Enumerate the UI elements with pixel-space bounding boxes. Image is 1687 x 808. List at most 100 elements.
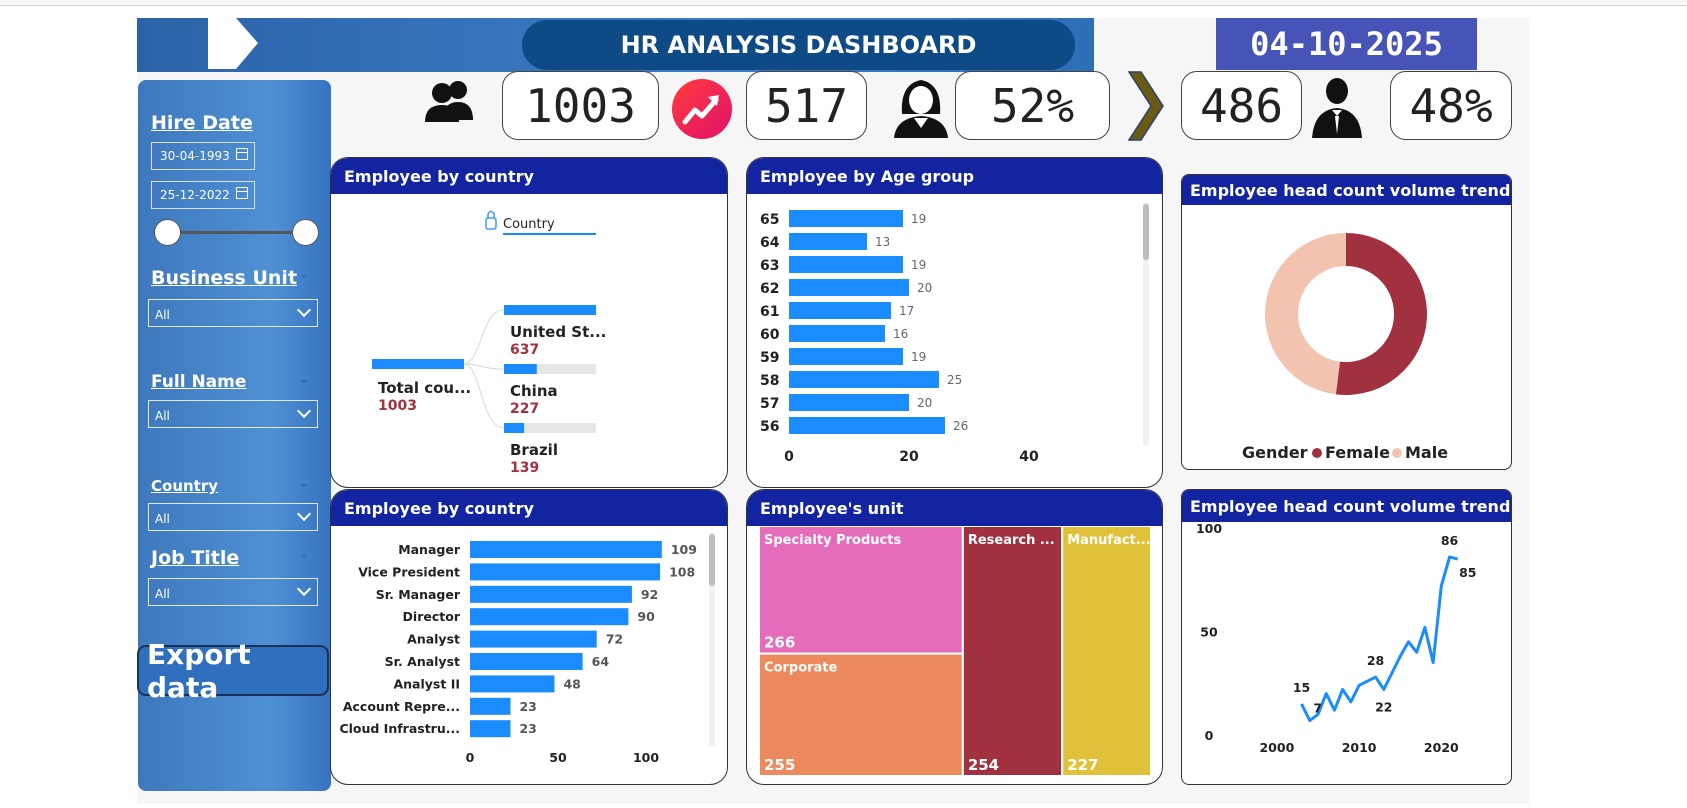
- tree-node-value: 139: [510, 460, 539, 476]
- bar: [789, 210, 903, 227]
- chevron-down-icon[interactable]: ⌄: [298, 475, 310, 491]
- treemap-tile-label: Research ...: [968, 533, 1055, 548]
- unit-treemap-chart: Specialty Products 266 Corporate 255 Researc…: [758, 526, 1152, 777]
- hire-date-slider-end-handle[interactable]: [292, 219, 319, 246]
- bar: [470, 585, 632, 603]
- male-user-icon: [1312, 78, 1362, 138]
- full-name-dropdown[interactable]: All: [148, 400, 318, 428]
- business-unit-dropdown[interactable]: All: [148, 299, 318, 327]
- kpi-male-percent: 48%: [1390, 71, 1512, 140]
- kpi-total-employees: 1003: [502, 71, 659, 140]
- hire-date-from-field[interactable]: 30-04-1993: [151, 142, 255, 170]
- country-value: All: [155, 512, 170, 526]
- bar-category-label: Director: [403, 609, 461, 624]
- bar-data-label: 108: [669, 564, 695, 579]
- calendar-icon[interactable]: [236, 187, 248, 199]
- job-title-card: Employee by country Manager 109 Vice Presi…: [330, 489, 728, 785]
- current-date: 04-10-2025: [1216, 18, 1477, 70]
- scrollbar-thumb: [709, 534, 715, 586]
- kpi-growth: 517: [746, 71, 867, 140]
- hire-date-slider-start-handle[interactable]: [154, 219, 181, 246]
- tree-node-label: Brazil: [510, 441, 558, 459]
- bar-data-label: 19: [911, 212, 926, 226]
- bar-data-label: 20: [917, 396, 932, 410]
- x-tick-label: 0: [466, 750, 475, 765]
- chevron-down-icon[interactable]: ⌄: [298, 371, 310, 387]
- bar-data-label: 64: [592, 654, 610, 669]
- chevron-down-icon[interactable]: [296, 302, 312, 318]
- treemap-tile-value: 255: [764, 756, 795, 774]
- card-title: Employee by Age group: [747, 158, 1162, 194]
- chevron-down-icon[interactable]: [296, 581, 312, 597]
- hire-date-to-field[interactable]: 25-12-2022: [151, 181, 255, 209]
- unit-treemap-card: Employee's unit Specialty Products 266 Cor…: [746, 489, 1163, 785]
- tree-node-label: United St...: [510, 323, 606, 341]
- calendar-icon[interactable]: [236, 148, 248, 160]
- x-tick-label: 0: [784, 449, 794, 465]
- bar-category-label: Vice President: [358, 564, 460, 579]
- job-title-value: All: [155, 587, 170, 601]
- bar-category-label: 59: [760, 350, 779, 366]
- legend-title: Gender: [1242, 443, 1308, 462]
- bar-category-label: Analyst II: [393, 676, 460, 691]
- bar: [470, 675, 555, 693]
- y-tick-label: 50: [1200, 625, 1218, 640]
- card-title: Employee by country: [331, 490, 727, 526]
- bar: [789, 348, 903, 365]
- x-tick-label: 2000: [1259, 740, 1294, 755]
- treemap-tile-value: 254: [968, 756, 999, 774]
- bar-data-label: 19: [911, 350, 926, 364]
- bar-data-label: 92: [641, 587, 658, 602]
- tree-root-value: 1003: [378, 398, 417, 414]
- bar: [789, 302, 891, 319]
- treemap-tile-label: Specialty Products: [764, 533, 901, 548]
- chevron-down-icon[interactable]: ⌄: [298, 546, 310, 562]
- bar-data-label: 17: [899, 304, 914, 318]
- full-name-label: Full Name: [151, 372, 247, 392]
- legend-swatch: [1392, 448, 1402, 458]
- bar: [789, 325, 885, 342]
- point-data-label: 7: [1313, 701, 1322, 716]
- x-tick-label: 50: [549, 750, 567, 765]
- job-title-label: Job Title: [151, 547, 240, 569]
- bar: [789, 256, 903, 273]
- donut-slice: [1335, 233, 1427, 395]
- series-line: [1300, 555, 1459, 723]
- chevron-down-icon[interactable]: [296, 403, 312, 419]
- lock-icon: [485, 217, 497, 230]
- legend-label: Male: [1405, 443, 1448, 462]
- chevron-down-icon[interactable]: ⌄: [298, 266, 310, 282]
- hire-date-slider-track[interactable]: [168, 231, 306, 234]
- chevron-right-icon: [1127, 71, 1164, 141]
- job-title-dropdown[interactable]: All: [148, 578, 318, 606]
- bar-data-label: 72: [606, 632, 623, 647]
- dashboard-title: HR ANALYSIS DASHBOARD: [522, 20, 1075, 70]
- treemap-tile-value: 266: [764, 634, 795, 652]
- bar-category-label: Sr. Analyst: [385, 654, 460, 669]
- x-tick-label: 100: [633, 750, 659, 765]
- bar-data-label: 109: [671, 542, 697, 557]
- chevron-down-icon[interactable]: [296, 506, 312, 522]
- bar-category-label: 60: [760, 327, 780, 343]
- x-tick-label: 40: [1019, 449, 1039, 465]
- country-tree-card: Employee by country Country Total cou... 1…: [330, 157, 728, 488]
- tree-node-value: 637: [510, 342, 539, 358]
- country-dropdown[interactable]: All: [148, 503, 318, 531]
- bar-data-label: 48: [563, 676, 580, 691]
- point-data-label: 28: [1367, 653, 1384, 668]
- point-data-label: 85: [1459, 565, 1476, 580]
- bar-category-label: 61: [760, 304, 779, 320]
- bar-category-label: 62: [760, 281, 779, 297]
- bar: [470, 720, 511, 738]
- legend-swatch: [1312, 448, 1322, 458]
- lock-icon-shackle: [487, 210, 495, 218]
- bar-data-label: 23: [519, 721, 536, 736]
- hire-date-from-value: 30-04-1993: [160, 149, 230, 163]
- gender-donut-chart: Gender Female Male: [1242, 233, 1448, 462]
- hire-date-to-value: 25-12-2022: [160, 188, 230, 202]
- export-data-button[interactable]: Export data: [137, 638, 329, 704]
- bar: [789, 371, 939, 388]
- donut-slice: [1264, 233, 1346, 395]
- x-tick-label: 2010: [1342, 740, 1377, 755]
- age-group-card: Employee by Age group 65 19 64 13 63 19 62 20 61…: [746, 157, 1163, 488]
